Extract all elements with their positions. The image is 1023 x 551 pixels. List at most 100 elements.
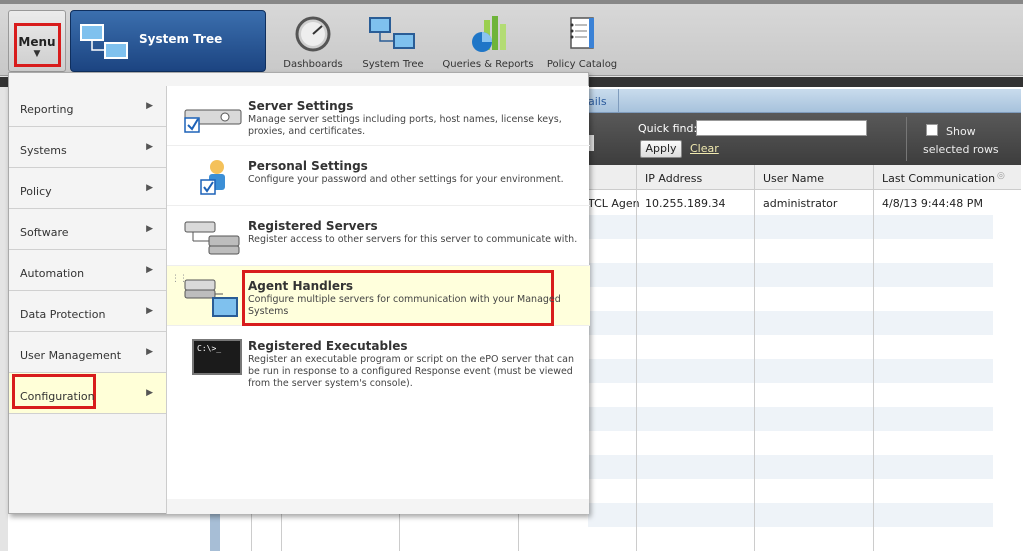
table-row-empty: [588, 503, 993, 527]
chevron-right-icon: ▶: [146, 347, 153, 357]
table-body-under-menu: [220, 513, 588, 551]
menu-category-software[interactable]: Software ▶: [9, 209, 166, 250]
chevron-right-icon: ▶: [146, 142, 153, 152]
category-label: Configuration: [20, 390, 95, 403]
column-divider: [399, 513, 400, 551]
item-description: Configure your password and other settin…: [248, 174, 564, 185]
cell-partial: TCL Agen: [588, 197, 640, 210]
column-header-ip[interactable]: IP Address: [645, 172, 702, 185]
command-prompt-icon: C:\>_: [192, 339, 242, 375]
table-row[interactable]: TCL Agen 10.255.189.34 administrator 4/8…: [588, 191, 993, 215]
tab-system-tree-active[interactable]: System Tree: [70, 10, 266, 72]
table-row-empty: [588, 383, 993, 407]
menu-item-registered-servers[interactable]: Registered Servers Register access to ot…: [167, 206, 590, 266]
item-description: Configure multiple servers for communica…: [248, 294, 561, 317]
table-row-empty: [588, 407, 993, 431]
category-label: Automation: [20, 267, 85, 280]
cell-ip-address: 10.255.189.34: [645, 197, 726, 210]
item-description: Manage server settings including ports, …: [248, 114, 562, 137]
left-pane-bottom: [8, 513, 210, 551]
column-chooser-icon[interactable]: ◎: [997, 171, 1005, 181]
table-row-empty: [588, 263, 993, 287]
menu-category-reporting[interactable]: Reporting ▶: [9, 86, 166, 127]
column-divider: [518, 513, 519, 551]
top-toolbar: Menu ▼ System Tree Dashboards System Tre…: [0, 0, 1023, 76]
table-row-empty: [588, 359, 993, 383]
nav-label: Queries & Reports: [442, 59, 534, 70]
table-row-empty: [588, 455, 993, 479]
table-row-empty: [588, 527, 993, 551]
clear-link[interactable]: Clear: [690, 142, 719, 155]
menu-category-configuration[interactable]: Configuration ▶: [9, 373, 166, 414]
menu-category-automation[interactable]: Automation ▶: [9, 250, 166, 291]
chevron-down-icon: ▼: [33, 49, 41, 59]
column-header-user[interactable]: User Name: [763, 172, 824, 185]
nav-policy-catalog[interactable]: Policy Catalog: [537, 12, 627, 72]
dashboard-gauge-icon: [295, 16, 331, 52]
menu-item-agent-handlers[interactable]: ⋮⋮ Agent Handlers Configure multiple ser…: [167, 266, 590, 326]
nav-label: Dashboards: [283, 59, 343, 70]
menu-category-systems[interactable]: Systems ▶: [9, 127, 166, 168]
menu-categories: Reporting ▶ Systems ▶ Policy ▶ Software …: [9, 86, 166, 499]
left-pane-splitter[interactable]: [210, 513, 220, 551]
menu-item-server-settings[interactable]: Server Settings Manage server settings i…: [167, 86, 590, 146]
menu-category-data-protection[interactable]: Data Protection ▶: [9, 291, 166, 332]
configuration-items-panel: Server Settings Manage server settings i…: [166, 86, 590, 499]
menu-category-user-management[interactable]: User Management ▶: [9, 332, 166, 373]
item-title: Server Settings: [248, 99, 354, 113]
category-label: Systems: [20, 144, 67, 157]
show-label: Show: [946, 125, 976, 138]
chevron-right-icon: ▶: [146, 265, 153, 275]
nav-dashboards[interactable]: Dashboards: [268, 12, 358, 72]
item-description: Register access to other servers for thi…: [248, 234, 578, 245]
nav-label: System Tree: [362, 59, 424, 70]
policy-catalog-icon: [570, 17, 594, 49]
column-divider: [281, 513, 282, 551]
registered-servers-icon: [184, 221, 240, 255]
item-title: Registered Servers: [248, 219, 378, 233]
category-label: Data Protection: [20, 308, 106, 321]
table-row-empty: [588, 431, 993, 455]
table-row-empty: [588, 311, 993, 335]
item-title: Personal Settings: [248, 159, 368, 173]
chevron-right-icon: ▶: [146, 224, 153, 234]
nav-queries-reports[interactable]: Queries & Reports: [441, 12, 535, 72]
menu-item-personal-settings[interactable]: Personal Settings Configure your passwor…: [167, 146, 590, 206]
menu-bottom-strip: [166, 499, 589, 514]
table-tools-bar: Quick find: Apply Clear Show selected ro…: [588, 113, 1021, 165]
item-title: Agent Handlers: [248, 279, 354, 293]
chevron-right-icon: ▶: [146, 183, 153, 193]
tab-details-partial[interactable]: ails: [588, 95, 607, 108]
chevron-right-icon: ▶: [146, 101, 153, 111]
cell-last-communication: 4/8/13 9:44:48 PM: [882, 197, 983, 210]
table-row-empty: [588, 335, 993, 359]
menu-button[interactable]: Menu ▼: [8, 10, 66, 72]
item-description: Register an executable program or script…: [248, 354, 574, 389]
category-label: Reporting: [20, 103, 74, 116]
personal-settings-icon: [200, 160, 225, 195]
table-row-empty: [588, 239, 993, 263]
apply-button[interactable]: Apply: [640, 140, 682, 158]
table-right-gutter: [993, 190, 1021, 551]
show-selected-checkbox[interactable]: [926, 124, 938, 136]
table-row-empty: [588, 215, 993, 239]
chevron-right-icon: ▶: [146, 306, 153, 316]
category-label: User Management: [20, 349, 122, 362]
menu-label: Menu: [18, 35, 56, 49]
column-divider: [251, 513, 252, 551]
queries-reports-chart-icon: [472, 16, 506, 52]
column-divider: [636, 165, 637, 551]
svg-text:C:\>_: C:\>_: [197, 344, 221, 353]
tab-separator: [618, 89, 619, 113]
nav-label: Policy Catalog: [546, 59, 618, 70]
menu-item-registered-executables[interactable]: C:\>_ Registered Executables Register an…: [167, 326, 590, 416]
agent-handlers-icon: [184, 279, 238, 317]
quick-find-input[interactable]: [696, 120, 867, 136]
column-header-last-communication[interactable]: Last Communication: [882, 172, 995, 185]
table-header-row: IP Address User Name Last Communication: [588, 165, 1021, 190]
nav-system-tree[interactable]: System Tree: [348, 12, 438, 72]
item-title: Registered Executables: [248, 339, 408, 353]
chevron-right-icon: ▶: [146, 388, 153, 398]
menu-category-policy[interactable]: Policy ▶: [9, 168, 166, 209]
system-tree-icon: [80, 24, 128, 59]
